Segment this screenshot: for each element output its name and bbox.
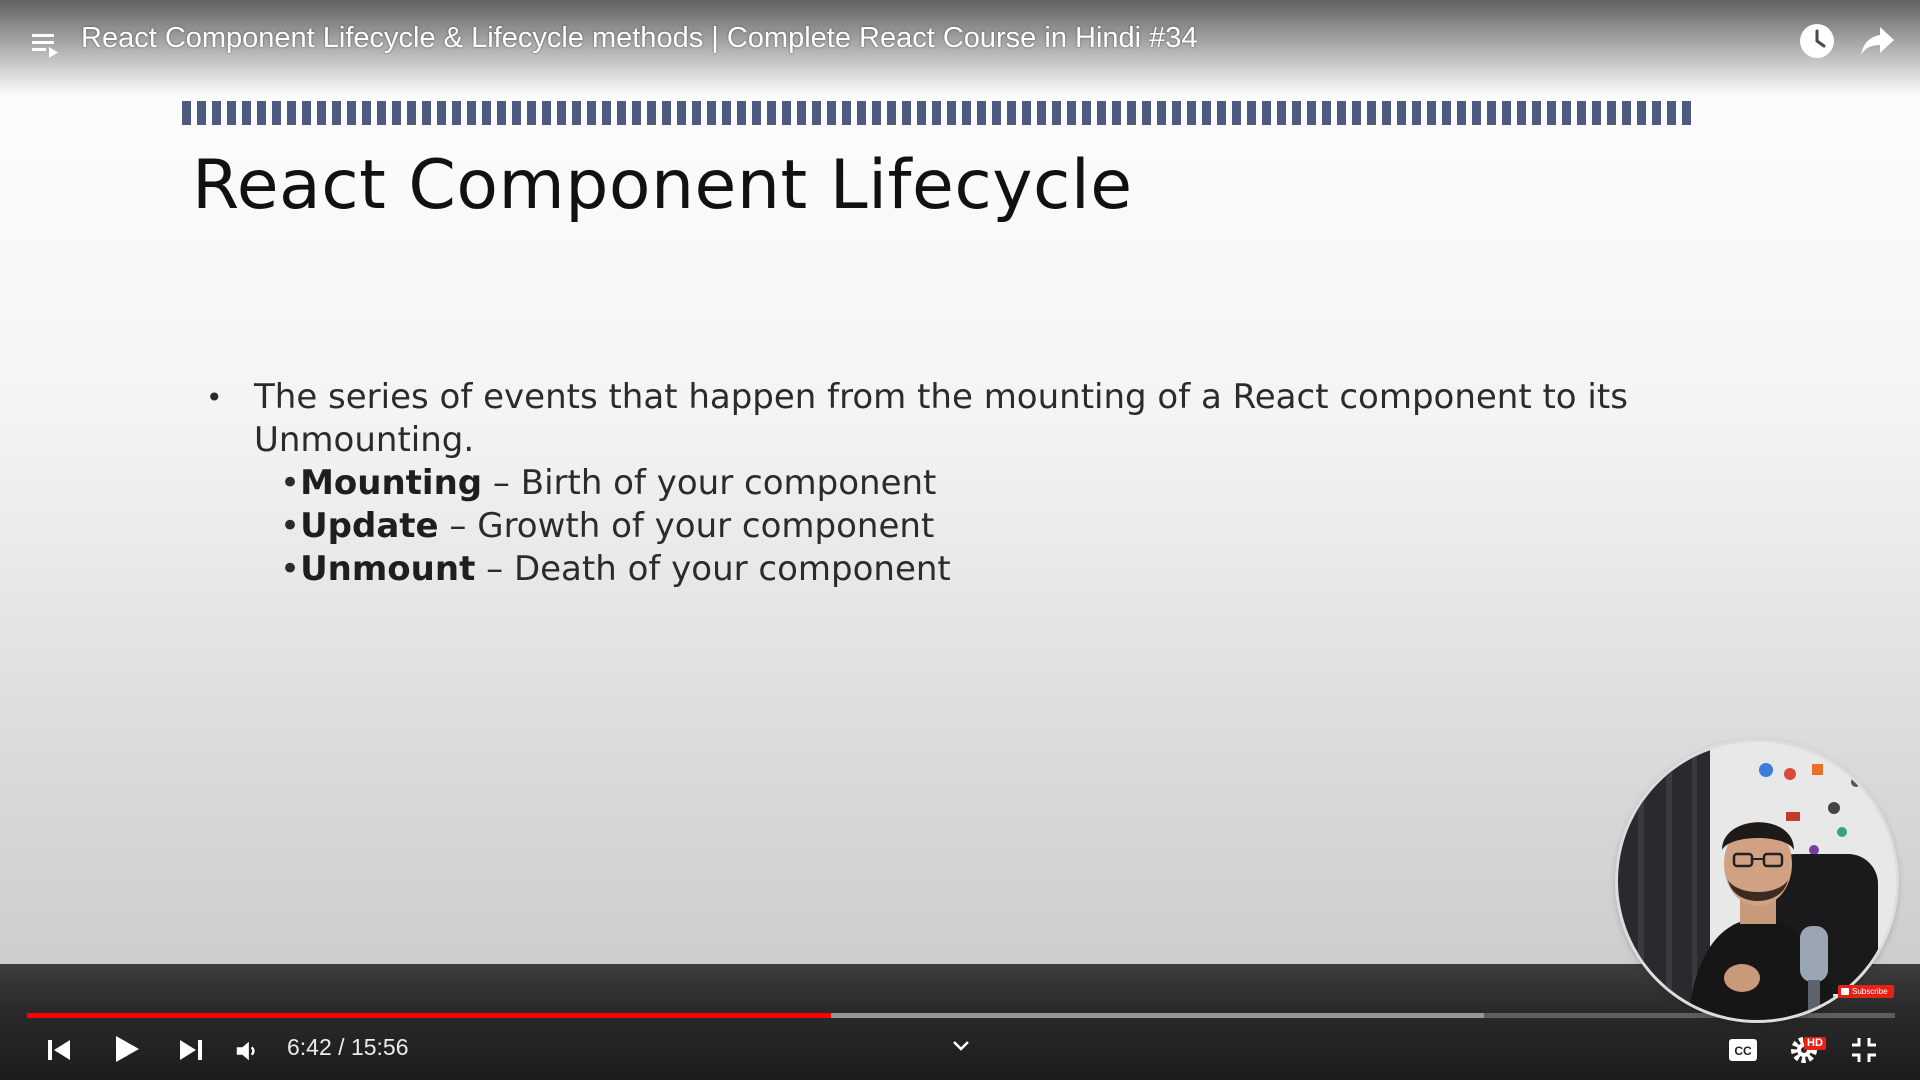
- bullet-text: The series of events that happen from th…: [254, 377, 1628, 460]
- watch-later-icon[interactable]: [1798, 22, 1836, 60]
- hd-badge: HD: [1804, 1037, 1826, 1050]
- progress-bar[interactable]: [27, 1013, 1895, 1018]
- sub-item-term: Mounting: [300, 463, 483, 503]
- sub-item-unmount: •Unmount – Death of your component: [280, 549, 951, 589]
- sub-item-mounting: •Mounting – Birth of your component: [280, 463, 937, 503]
- top-overlay: React Component Lifecycle & Lifecycle me…: [0, 0, 1920, 96]
- slide-body: • The series of events that happen from …: [206, 376, 1646, 591]
- presenter-image: [1618, 742, 1896, 1020]
- slide-title: React Component Lifecycle: [192, 146, 1133, 225]
- sub-item-update: •Update – Growth of your component: [280, 506, 935, 546]
- subscribe-button[interactable]: Subscribe: [1838, 985, 1894, 998]
- sub-item-term: Unmount: [300, 549, 476, 589]
- sub-item-term: Update: [300, 506, 439, 546]
- svg-text:CC: CC: [1734, 1044, 1752, 1058]
- video-title[interactable]: React Component Lifecycle & Lifecycle me…: [81, 22, 1198, 55]
- slide-decorative-bar: [182, 101, 1692, 125]
- sub-item-desc: – Death of your component: [475, 549, 951, 589]
- previous-icon[interactable]: [45, 1036, 73, 1064]
- control-bar: [0, 964, 1920, 1080]
- video-player[interactable]: React Component Lifecycle • The series o…: [0, 0, 1920, 1080]
- exit-fullscreen-icon[interactable]: [1850, 1036, 1878, 1064]
- sub-list: •Mounting – Birth of your component •Upd…: [280, 462, 1646, 591]
- bullet-marker: •: [206, 381, 223, 414]
- sub-item-desc: – Birth of your component: [482, 463, 937, 503]
- volume-icon[interactable]: [234, 1038, 260, 1064]
- time-current: 6:42: [287, 1034, 332, 1060]
- webcam-overlay: [1618, 742, 1896, 1020]
- time-total: 15:56: [350, 1034, 409, 1060]
- chevron-down-icon[interactable]: [951, 1039, 971, 1053]
- progress-played: [27, 1013, 832, 1018]
- slide-bullet: • The series of events that happen from …: [206, 376, 1646, 462]
- captions-icon[interactable]: CC: [1728, 1038, 1758, 1062]
- play-icon[interactable]: [112, 1034, 142, 1064]
- sub-item-desc: – Growth of your component: [438, 506, 935, 546]
- next-icon[interactable]: [177, 1036, 205, 1064]
- share-icon[interactable]: [1860, 24, 1896, 58]
- playlist-icon[interactable]: [30, 28, 62, 60]
- time-display: 6:42 / 15:56: [287, 1034, 409, 1060]
